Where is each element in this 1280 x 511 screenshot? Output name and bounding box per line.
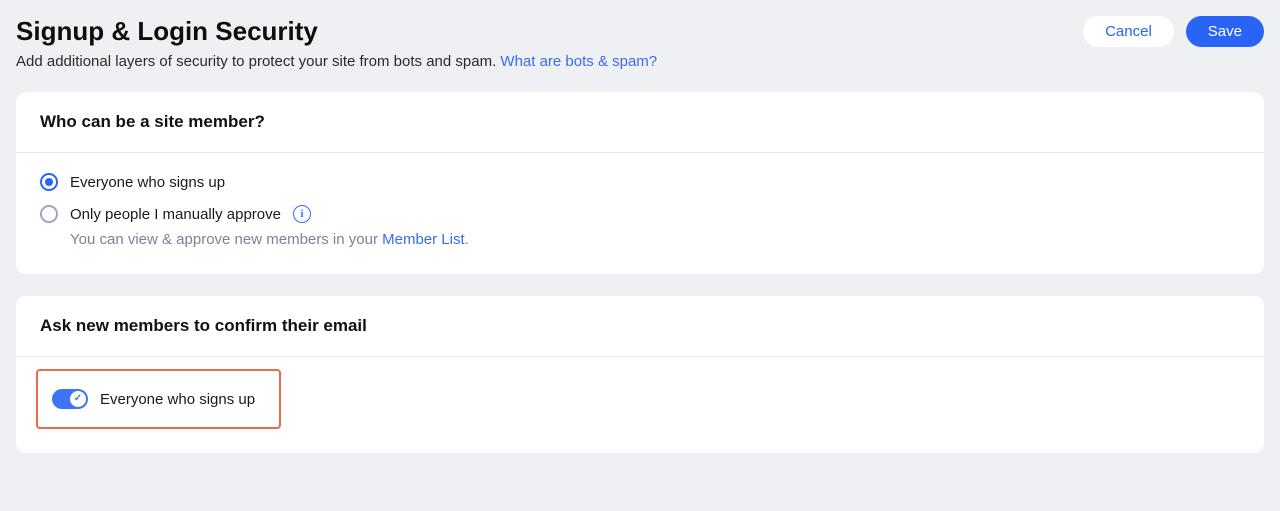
radio-option-manual[interactable]: Only people I manually approve i xyxy=(40,205,1240,223)
toggle-label: Everyone who signs up xyxy=(100,391,255,408)
card-title: Who can be a site member? xyxy=(40,112,1240,132)
header-text-block: Signup & Login Security Add additional l… xyxy=(16,16,1083,70)
page-title: Signup & Login Security xyxy=(16,16,1083,47)
card-header: Ask new members to confirm their email xyxy=(16,296,1264,357)
page-subtitle: Add additional layers of security to pro… xyxy=(16,53,1083,70)
card-body: Everyone who signs up Only people I manu… xyxy=(16,153,1264,274)
confirm-email-toggle[interactable]: ✓ xyxy=(52,389,88,409)
helper-suffix: . xyxy=(465,231,469,248)
header-actions: Cancel Save xyxy=(1083,16,1264,47)
card-site-membership: Who can be a site member? Everyone who s… xyxy=(16,92,1264,274)
radio-label: Everyone who signs up xyxy=(70,174,225,191)
highlighted-toggle-area: ✓ Everyone who signs up xyxy=(36,369,281,429)
page-header: Signup & Login Security Add additional l… xyxy=(16,16,1264,70)
member-list-link[interactable]: Member List xyxy=(382,231,465,248)
bots-spam-link[interactable]: What are bots & spam? xyxy=(500,53,657,70)
info-icon[interactable]: i xyxy=(293,205,311,223)
card-title: Ask new members to confirm their email xyxy=(40,316,1240,336)
subtitle-text: Add additional layers of security to pro… xyxy=(16,53,500,70)
check-icon: ✓ xyxy=(74,394,82,404)
helper-prefix: You can view & approve new members in yo… xyxy=(70,231,382,248)
radio-label: Only people I manually approve xyxy=(70,206,281,223)
toggle-knob: ✓ xyxy=(70,391,86,407)
card-header: Who can be a site member? xyxy=(16,92,1264,153)
radio-icon-unselected[interactable] xyxy=(40,205,58,223)
radio-option-everyone[interactable]: Everyone who signs up xyxy=(40,173,1240,191)
card-confirm-email: Ask new members to confirm their email ✓… xyxy=(16,296,1264,453)
card-body: ✓ Everyone who signs up xyxy=(16,357,1264,453)
cancel-button[interactable]: Cancel xyxy=(1083,16,1174,47)
radio-icon-selected[interactable] xyxy=(40,173,58,191)
save-button[interactable]: Save xyxy=(1186,16,1264,47)
helper-text: You can view & approve new members in yo… xyxy=(70,231,1240,248)
